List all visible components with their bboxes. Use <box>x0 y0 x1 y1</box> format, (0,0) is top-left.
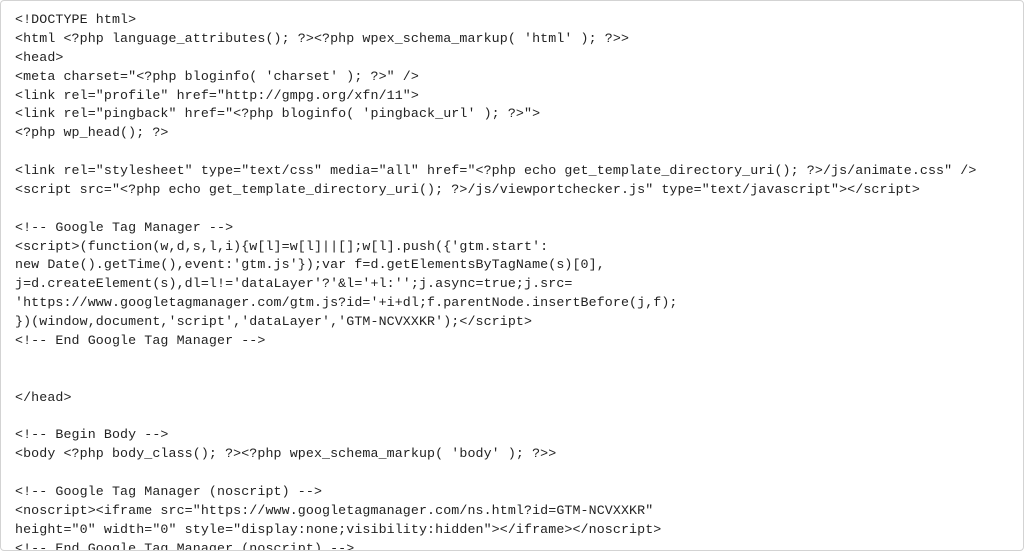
code-content: <!DOCTYPE html> <html <?php language_att… <box>15 11 1009 551</box>
code-block: <!DOCTYPE html> <html <?php language_att… <box>0 0 1024 551</box>
